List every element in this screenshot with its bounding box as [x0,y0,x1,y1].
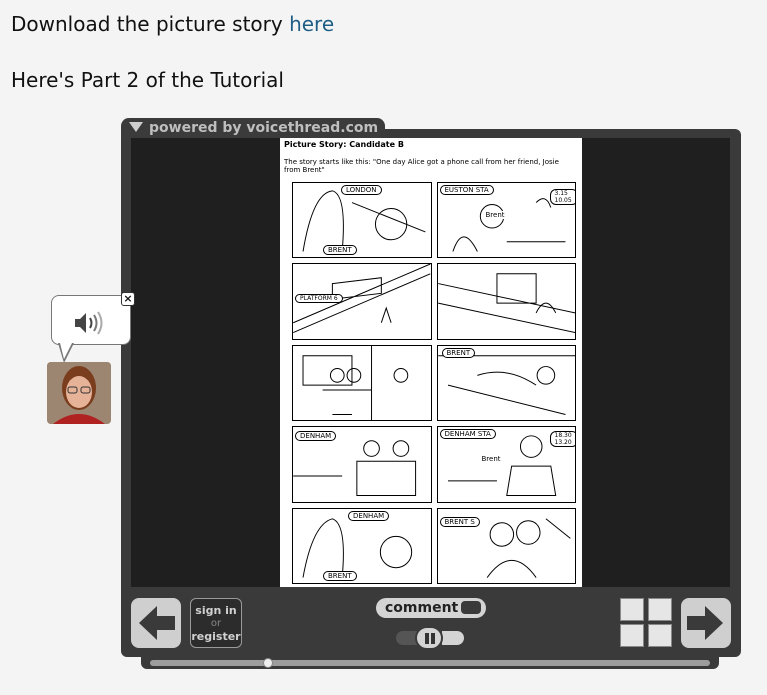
comment-button[interactable]: comment [376,598,486,618]
next-slide-button[interactable] [681,598,731,648]
panel-label: EUSTON STA [439,185,494,195]
download-link[interactable]: here [289,12,334,36]
comic-panel-1: LONDON BRENT [292,182,432,259]
panel-label: 18.30 13.20 [549,431,576,448]
fast-forward-icon[interactable] [442,631,464,645]
arrow-right-icon [687,606,723,640]
thumbnail-avatar[interactable] [620,598,644,621]
panel-label: Brent [477,455,505,464]
bubble-tail-inner [60,343,72,359]
register-label: register [191,630,241,643]
powered-by-tab[interactable]: powered by voicethread.com [121,118,385,138]
slide-title: Picture Story: Candidate B [284,140,404,149]
slide-page[interactable]: Picture Story: Candidate B The story sta… [280,138,582,587]
comic-panel-10: BRENT S [436,507,576,584]
thumbnail-slide[interactable] [620,624,644,647]
comic-panel-8: DENHAM STA Brent 18.30 13.20 [436,426,576,503]
comic-panel-9: DENHAM BRENT [292,507,432,584]
comment-bubble-icon [461,601,481,614]
sign-in-label: sign in [195,604,237,617]
progress-knob[interactable] [263,658,273,668]
panel-label: DENHAM [348,510,390,521]
close-icon[interactable]: × [121,292,135,306]
panel-label: DENHAM [295,431,337,442]
panel-label: LONDON [341,185,382,195]
powered-by-label: powered by voicethread.com [149,120,379,136]
comic-grid: LONDON BRENT EUSTON STA Brent 3.15 10.05… [292,182,576,584]
triangle-down-icon [129,122,143,132]
previous-slide-button[interactable] [131,598,181,648]
sign-in-register-button[interactable]: sign in or register [190,598,242,648]
download-line: Download the picture story here [11,12,334,36]
panel-label: PLATFORM 6 [295,294,343,304]
comment-label: comment [385,600,459,616]
panel-label: Brent [481,211,509,219]
pause-icon[interactable] [415,626,443,650]
download-text: Download the picture story [11,12,290,36]
speaker-icon[interactable] [73,310,113,336]
comic-panel-2: EUSTON STA Brent 3.15 10.05 [436,182,576,259]
playback-controls [396,626,466,650]
part-heading: Here's Part 2 of the Tutorial [11,68,284,92]
thumbnail-slide[interactable] [648,598,672,621]
panel-label: BRENT S [439,516,480,527]
panel-label: DENHAM STA [439,429,496,440]
slide-thumbnails [620,598,674,648]
panel-label: BRENT [323,570,357,581]
panel-label: BRENT [323,245,357,255]
arrow-left-icon [139,606,175,640]
comic-panel-7: DENHAM [292,426,432,503]
commenter-avatar[interactable] [47,362,111,424]
comic-panel-6: BRENT [436,344,576,422]
or-label: or [210,618,222,629]
panel-label: BRENT [441,347,476,358]
progress-bar[interactable] [150,660,710,666]
comic-panel-5 [292,344,432,422]
comic-panel-3: PLATFORM 6 [292,263,432,340]
thumbnail-slide[interactable] [648,624,672,647]
comic-panel-4 [436,263,576,340]
slide-intro: The story starts like this: "One day Ali… [284,158,559,174]
panel-label: 3.15 10.05 [549,189,576,205]
